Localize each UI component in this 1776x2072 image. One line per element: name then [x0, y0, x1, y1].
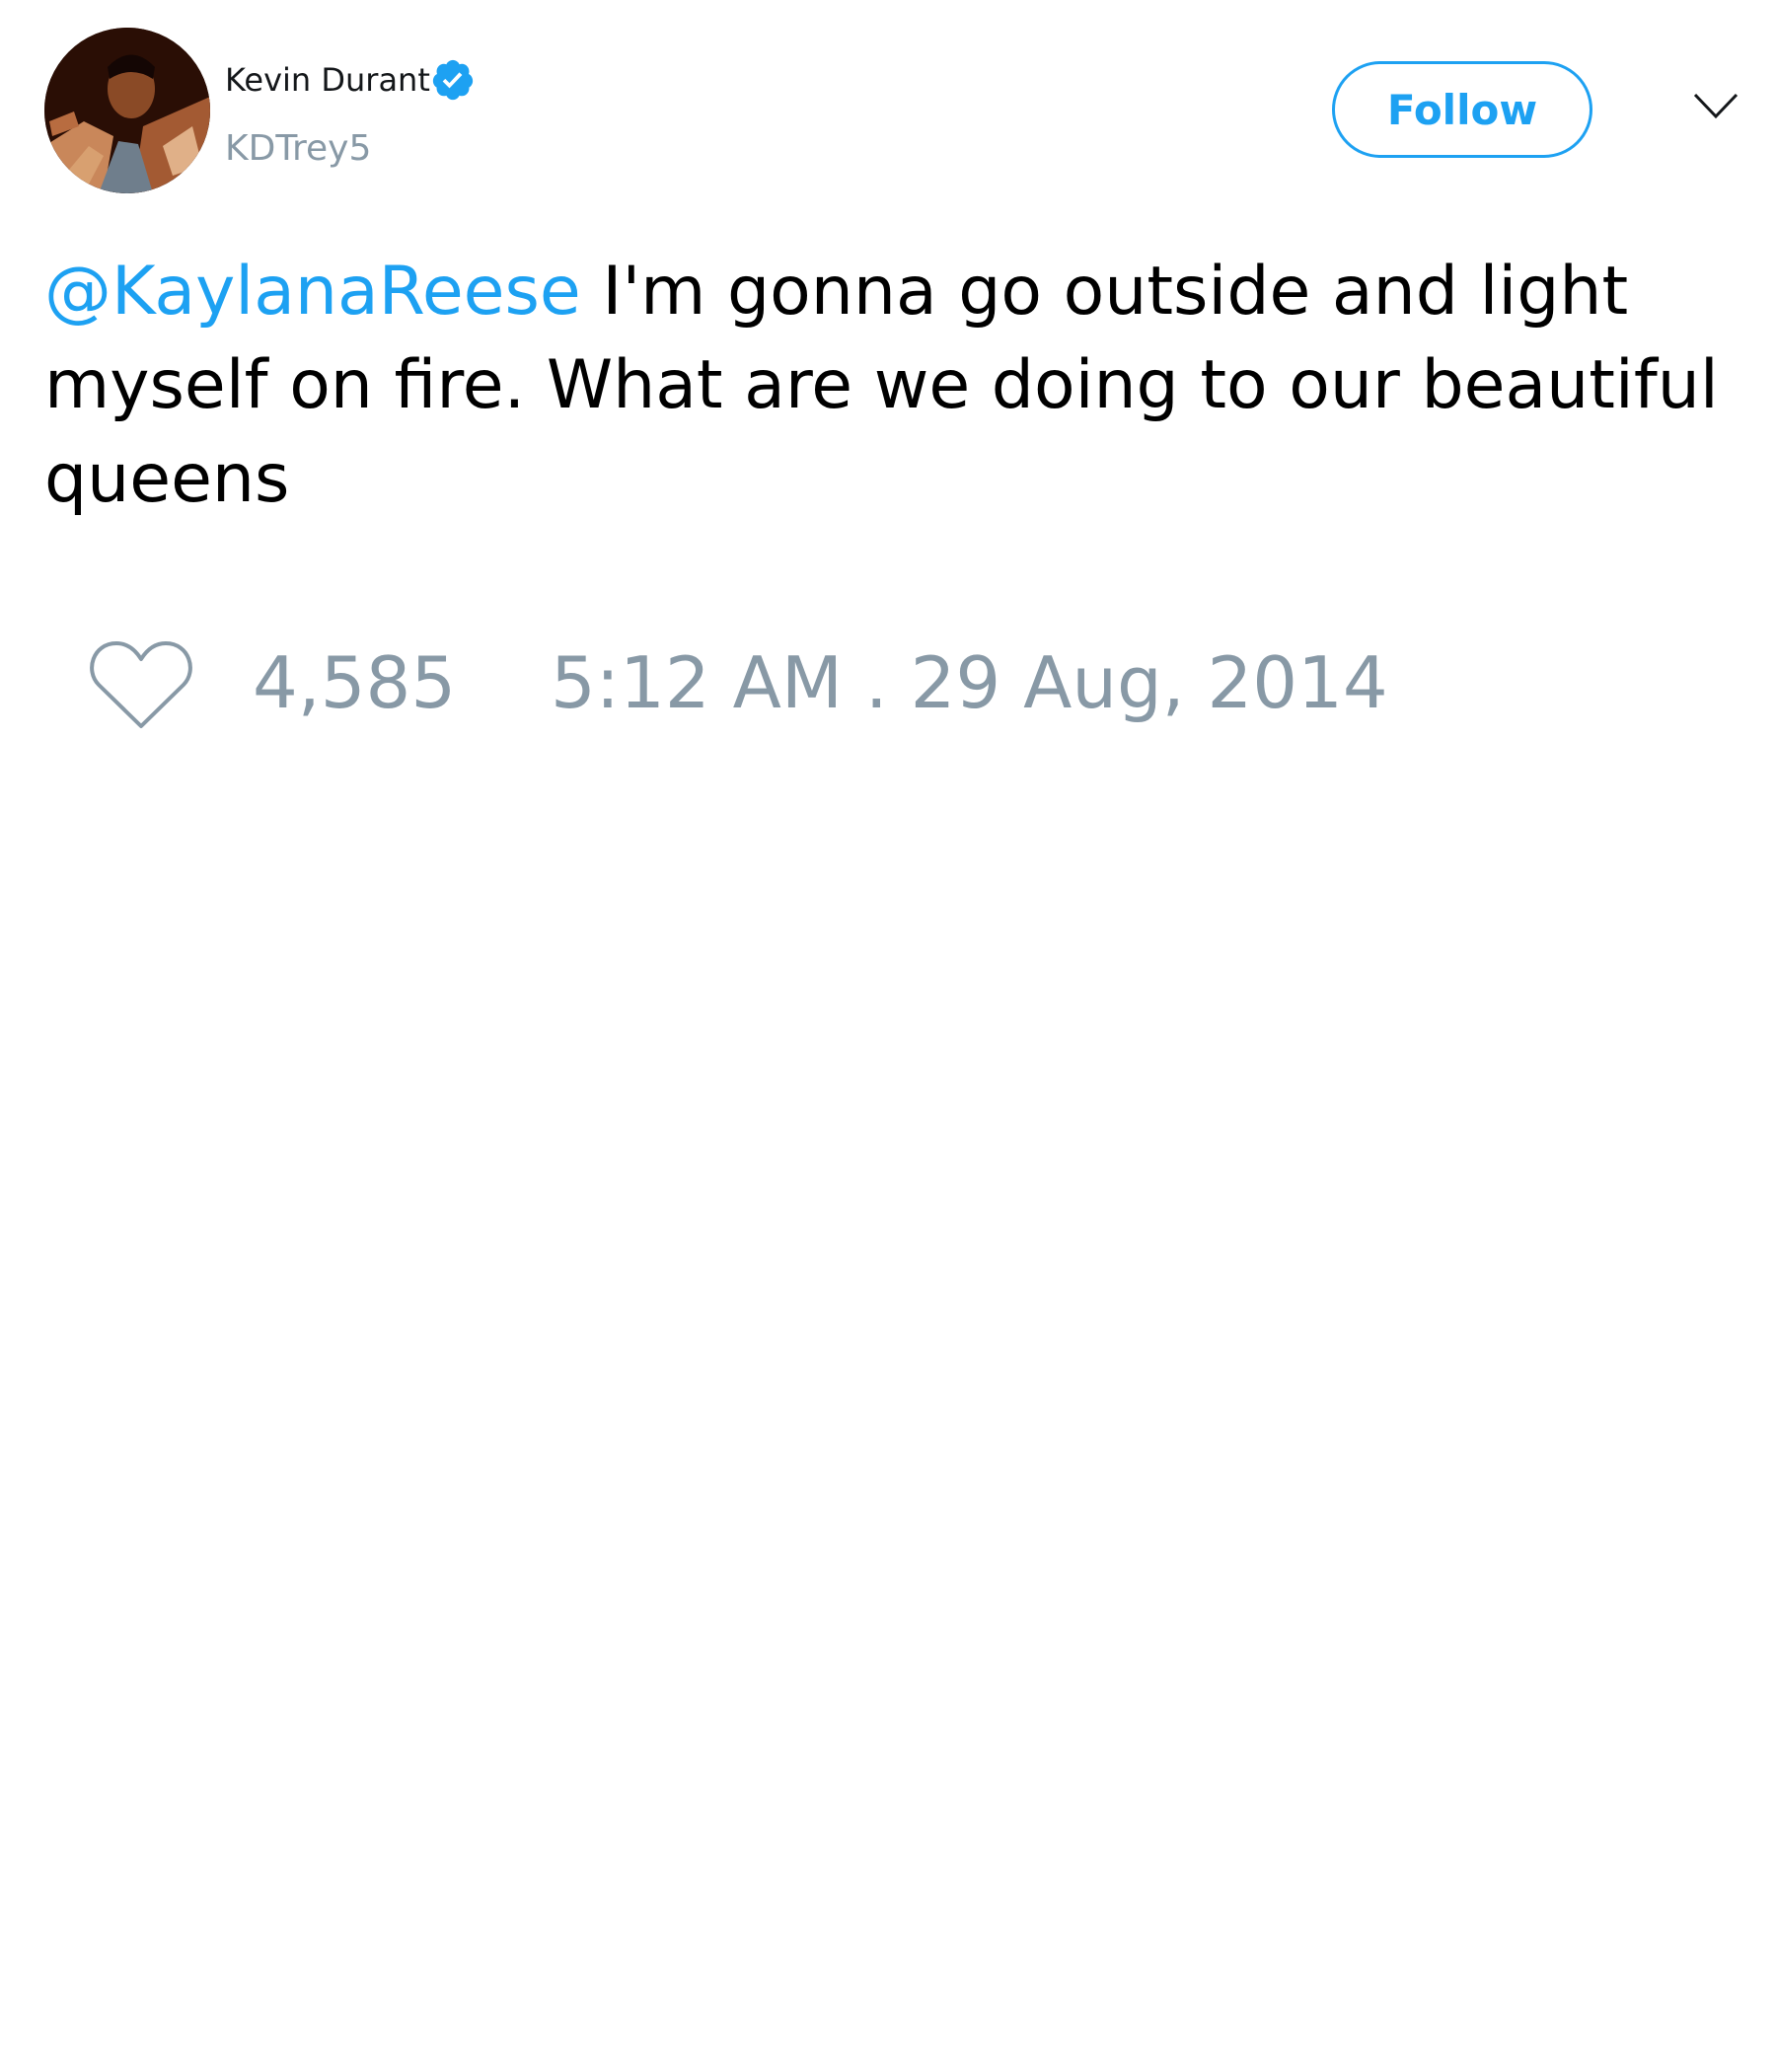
- timestamp[interactable]: 5:12 AM . 29 Aug, 2014: [551, 641, 1388, 724]
- follow-button[interactable]: Follow: [1332, 61, 1592, 158]
- avatar[interactable]: [44, 28, 210, 193]
- tweet-text: @KaylanaReese I'm gonna go outside and l…: [44, 245, 1751, 526]
- tweet-card: Kevin Durant KDTrey5 Follow @KaylanaRees…: [0, 0, 1776, 2072]
- verified-badge-icon: [432, 59, 474, 101]
- user-handle[interactable]: KDTrey5: [225, 128, 371, 169]
- display-name[interactable]: Kevin Durant: [225, 61, 430, 99]
- mention-link[interactable]: @KaylanaReese: [44, 253, 581, 331]
- heart-icon[interactable]: [89, 637, 193, 730]
- like-count: 4,585: [253, 641, 457, 724]
- chevron-down-icon[interactable]: [1693, 91, 1739, 120]
